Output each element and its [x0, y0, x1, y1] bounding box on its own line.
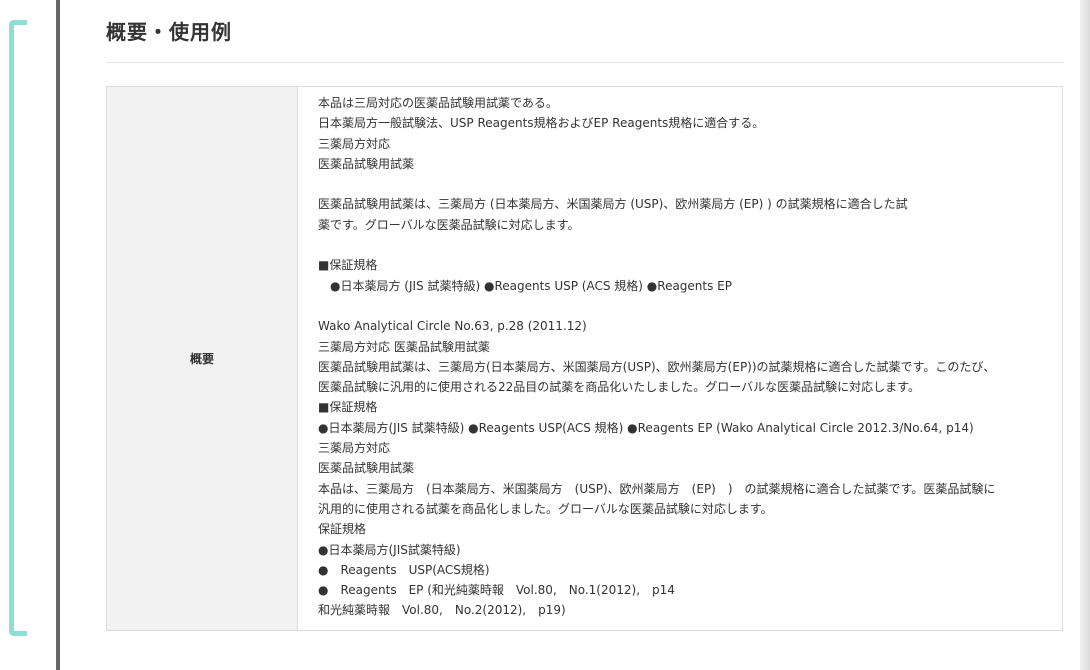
- text-line: 本品は三局対応の医薬品試験用試薬である。: [318, 96, 558, 110]
- text-line: 薬です。グローバルな医薬品試験に対応します。: [318, 217, 580, 232]
- overview-table: 概要 本品は三局対応の医薬品試験用試薬である。 日本薬局方一般試験法、USP R…: [106, 86, 1063, 631]
- table-row: 概要 本品は三局対応の医薬品試験用試薬である。 日本薬局方一般試験法、USP R…: [106, 86, 1063, 631]
- text-line: ●日本薬局方 (JIS 試薬特級) ●Reagents USP (ACS 規格)…: [330, 278, 732, 293]
- text-line: ■保証規格: [318, 400, 378, 415]
- text-line: ●日本薬局方(JIS 試薬特級) ●Reagents USP(ACS 規格) ●…: [318, 420, 974, 435]
- text-line: Wako Analytical Circle No.63, p.28 (2011…: [318, 319, 587, 334]
- text-line: ■保証規格: [318, 258, 378, 273]
- left-bracket-decoration: [9, 20, 27, 636]
- text-line: ●日本薬局方(JIS試薬特級): [318, 542, 461, 557]
- text-line: 医薬品試験に汎用的に使用される22品目の試薬を商品化いたしました。グローバルな医…: [318, 380, 920, 395]
- text-line: 医薬品試験用試薬は、三薬局方 (日本薬局方、米国薬局方 (USP)、欧州薬局方 …: [318, 197, 908, 212]
- overview-text: 本品は三局対応の医薬品試験用試薬である。 日本薬局方一般試験法、USP Reag…: [318, 93, 1052, 621]
- text-line: 医薬品試験用試薬: [318, 461, 415, 476]
- text-line: ● Reagents EP (和光純薬時報 Vol.80, No.1(2012)…: [318, 583, 675, 598]
- title-divider: [106, 62, 1063, 63]
- text-line: 医薬品試験用試薬は、三薬局方(日本薬局方、米国薬局方(USP)、欧州薬局方(EP…: [318, 359, 996, 374]
- text-line: 日本薬局方一般試験法、USP Reagents規格およびEP Reagents規…: [318, 116, 765, 131]
- text-line: 医薬品試験用試薬: [318, 156, 415, 171]
- row-header-overview: 概要: [106, 86, 298, 631]
- text-line: 三薬局方対応 医薬品試験用試薬: [318, 339, 490, 354]
- text-line: ● Reagents USP(ACS規格): [318, 562, 490, 577]
- text-line: 和光純薬時報 Vol.80, No.2(2012), p19): [318, 603, 566, 618]
- text-line: 汎用的に使用される試薬を商品化しました。グローバルな医薬品試験に対応します。: [318, 501, 773, 516]
- text-line: 本品は、三薬局方 (日本薬局方、米国薬局方 (USP)、欧州薬局方 (EP) )…: [318, 481, 996, 496]
- section-title: 概要・使用例: [106, 20, 232, 44]
- text-line: 三薬局方対応: [318, 441, 391, 456]
- scrollbar[interactable]: [1080, 0, 1090, 670]
- overview-content: 本品は三局対応の医薬品試験用試薬である。 日本薬局方一般試験法、USP Reag…: [298, 87, 1063, 631]
- text-line: 三薬局方対応: [318, 136, 391, 151]
- text-line: 保証規格: [318, 522, 367, 537]
